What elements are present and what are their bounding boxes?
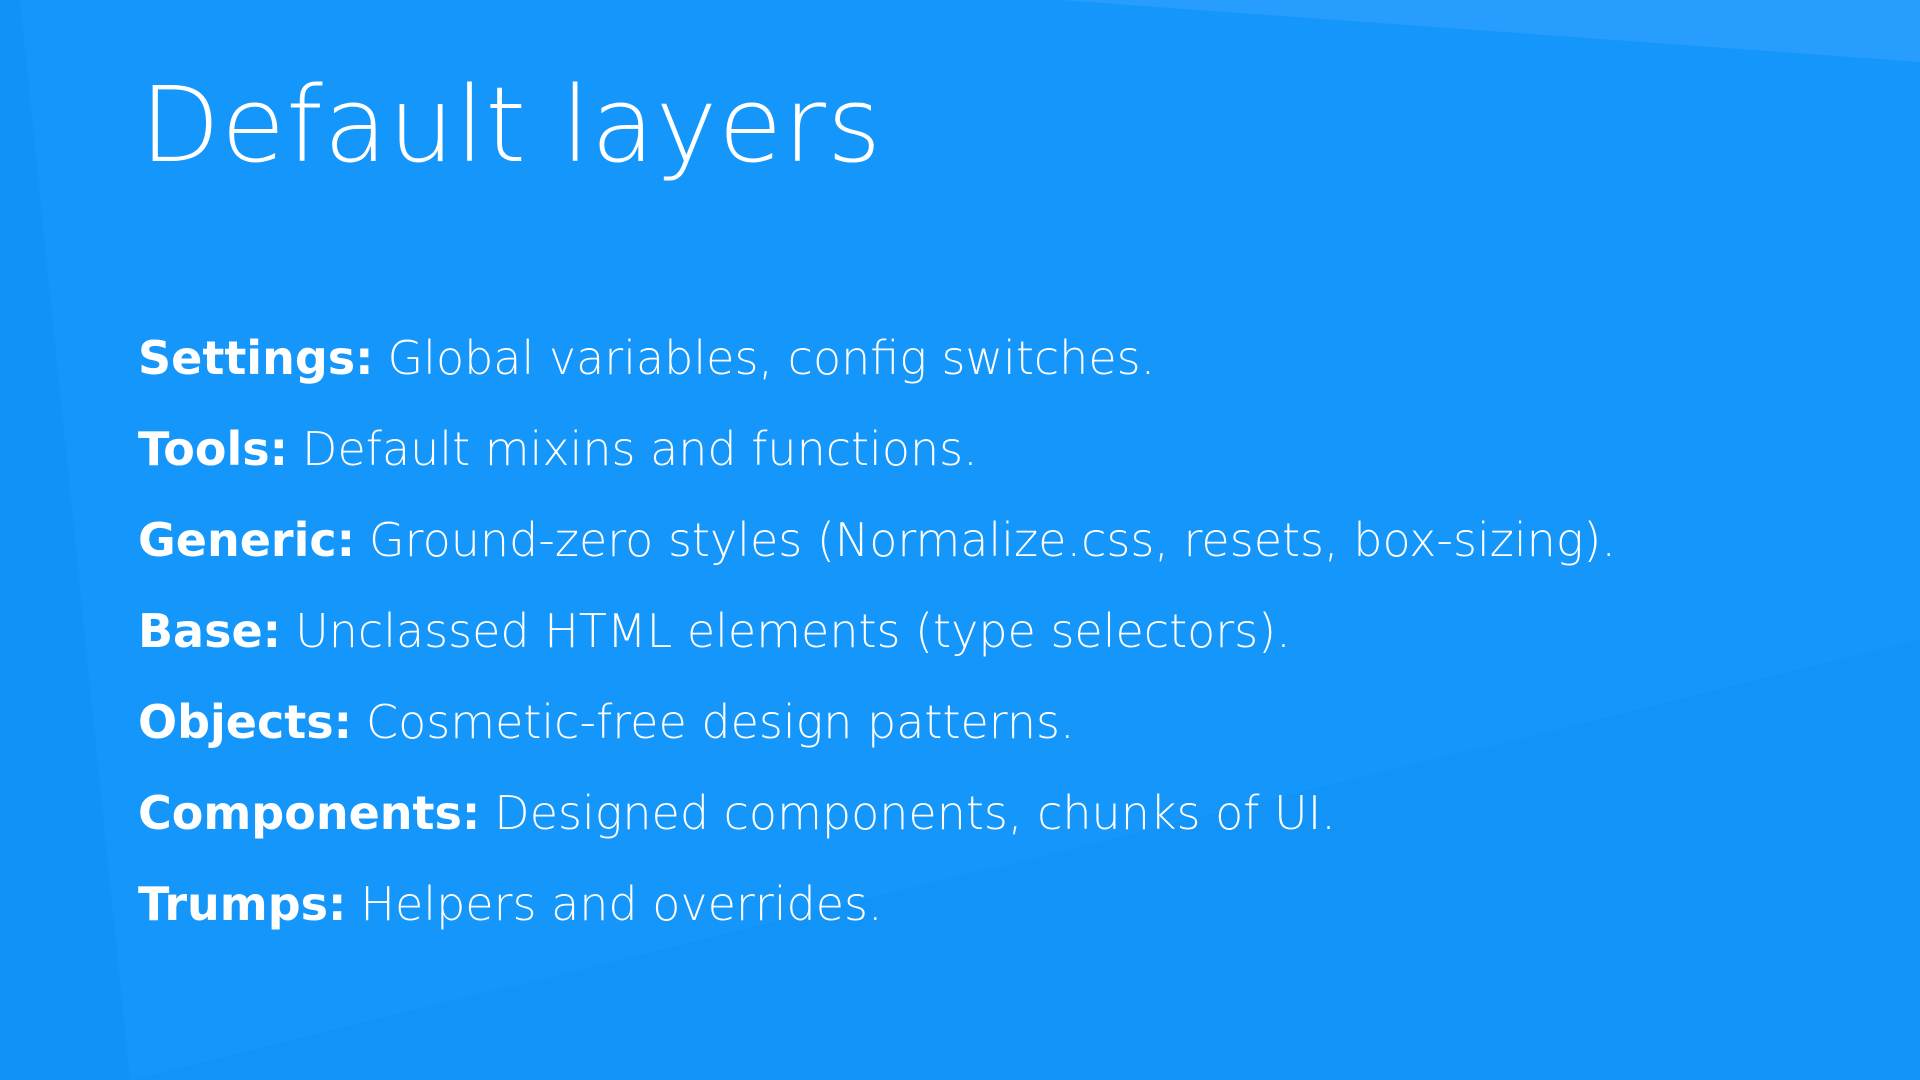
layer-term: Base: (138, 603, 282, 658)
layer-description: Unclassed HTML elements (type selectors)… (295, 603, 1291, 658)
layer-item-base: Base: Unclassed HTML elements (type sele… (138, 585, 1616, 676)
layer-description: Cosmetic-free design patterns. (366, 694, 1075, 749)
layer-item-objects: Objects: Cosmetic-free design patterns. (138, 676, 1616, 767)
slide: Default layers Settings: Global variable… (0, 0, 1920, 1080)
layer-term: Tools: (138, 421, 289, 476)
layer-item-trumps: Trumps: Helpers and overrides. (138, 858, 1616, 949)
layer-item-settings: Settings: Global variables, config switc… (138, 312, 1616, 403)
layer-item-generic: Generic: Ground-zero styles (Normalize.c… (138, 494, 1616, 585)
layer-term: Objects: (138, 694, 353, 749)
layer-term: Components: (138, 785, 481, 840)
layer-description: Global variables, config switches. (387, 330, 1156, 385)
layer-term: Trumps: (138, 876, 347, 931)
layers-list: Settings: Global variables, config switc… (138, 312, 1616, 949)
layer-item-components: Components: Designed components, chunks … (138, 767, 1616, 858)
layer-description: Designed components, chunks of UI. (494, 785, 1336, 840)
layer-description: Ground-zero styles (Normalize.css, reset… (369, 512, 1616, 567)
layer-term: Generic: (138, 512, 356, 567)
slide-title: Default layers (140, 64, 883, 186)
layer-description: Helpers and overrides. (360, 876, 883, 931)
layer-term: Settings: (138, 330, 374, 385)
layer-item-tools: Tools: Default mixins and functions. (138, 403, 1616, 494)
layer-description: Default mixins and functions. (302, 421, 978, 476)
